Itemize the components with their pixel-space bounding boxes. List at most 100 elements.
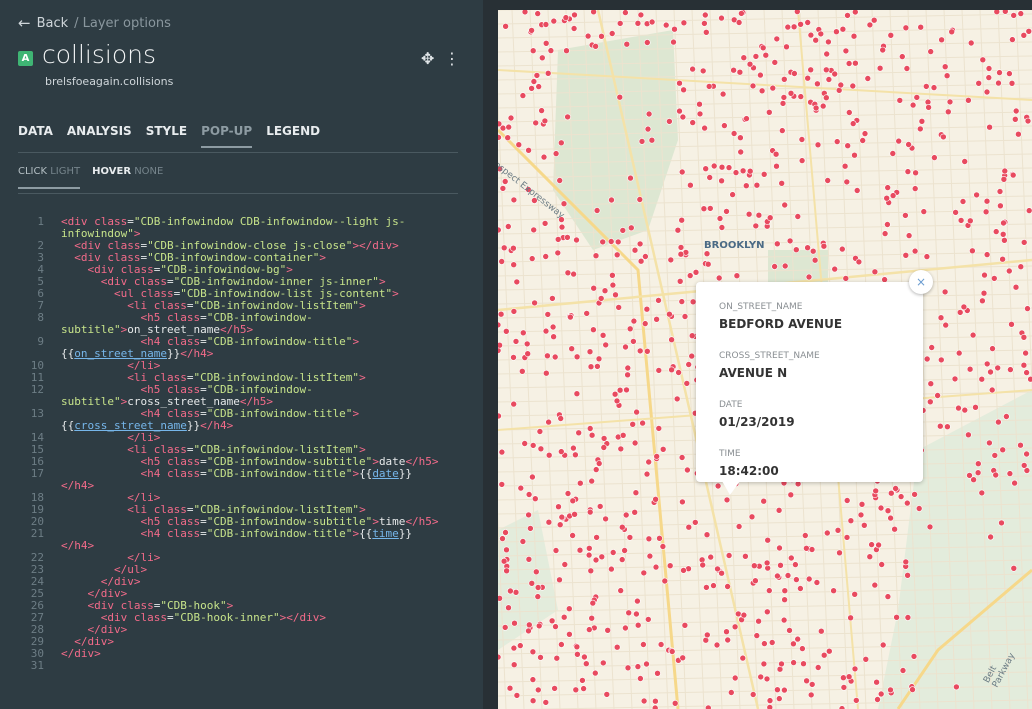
collision-dot bbox=[573, 236, 580, 244]
code-text[interactable]: <h5 class="CDB-infowindow-subtitle">cros… bbox=[44, 384, 444, 408]
code-line[interactable]: 13 <h4 class="CDB-infowindow-title">{{cr… bbox=[18, 408, 463, 432]
collision-dot bbox=[634, 20, 642, 27]
collision-dot bbox=[630, 317, 638, 325]
collision-dot bbox=[652, 495, 659, 503]
collision-dot bbox=[587, 567, 595, 575]
collision-dot bbox=[498, 258, 506, 265]
collision-dot bbox=[757, 71, 764, 79]
code-text[interactable]: <h4 class="CDB-infowindow-title">{{on_st… bbox=[44, 336, 444, 360]
collision-dot bbox=[905, 232, 913, 239]
collision-dot bbox=[766, 704, 774, 709]
collision-dot bbox=[499, 535, 506, 542]
subtab-hover[interactable]: HOVER NONE bbox=[92, 166, 163, 189]
collision-dot bbox=[547, 47, 555, 54]
collision-dot bbox=[529, 676, 537, 683]
collision-dot bbox=[616, 386, 624, 394]
collision-dot bbox=[1025, 28, 1032, 35]
collision-dot bbox=[898, 53, 906, 60]
subtab-click[interactable]: CLICK LIGHT bbox=[18, 166, 81, 189]
collision-dot bbox=[889, 150, 897, 157]
collision-dot bbox=[609, 549, 617, 556]
collision-dot bbox=[790, 23, 798, 31]
tab-popup[interactable]: POP-UP bbox=[201, 124, 253, 148]
back-link[interactable]: ← Back / Layer options bbox=[18, 14, 171, 32]
collision-dot bbox=[574, 650, 581, 658]
collision-dot bbox=[790, 640, 797, 648]
collision-dot bbox=[740, 54, 748, 62]
collision-dot bbox=[523, 340, 531, 348]
collision-dot bbox=[614, 238, 622, 246]
collision-dot bbox=[519, 92, 527, 99]
collision-dot bbox=[676, 79, 683, 87]
collision-dot bbox=[1005, 267, 1013, 275]
code-text[interactable]: <h4 class="CDB-infowindow-title">{{date}… bbox=[44, 468, 444, 492]
collision-dot bbox=[883, 194, 891, 202]
code-text[interactable]: <h5 class="CDB-infowindow-subtitle">on_s… bbox=[44, 312, 444, 336]
collision-dot bbox=[753, 632, 761, 639]
code-text[interactable]: <h4 class="CDB-infowindow-title">{{cross… bbox=[44, 408, 444, 432]
collision-dot bbox=[678, 454, 686, 461]
collision-dot bbox=[1020, 361, 1028, 369]
html-code-editor[interactable]: 1 <div class="CDB-infowindow CDB-infowind… bbox=[18, 216, 463, 672]
collision-dot bbox=[630, 338, 637, 345]
code-line[interactable]: 21 <h4 class="CDB-infowindow-title">{{ti… bbox=[18, 528, 463, 552]
collision-dot bbox=[986, 439, 993, 447]
collision-dot bbox=[604, 626, 611, 634]
tab-legend[interactable]: LEGEND bbox=[266, 124, 320, 148]
collision-dot bbox=[724, 636, 731, 644]
collision-dot bbox=[510, 354, 517, 361]
collision-dot bbox=[671, 25, 678, 33]
code-line[interactable]: 9 <h4 class="CDB-infowindow-title">{{on_… bbox=[18, 336, 463, 360]
collision-dot bbox=[580, 685, 587, 692]
move-icon[interactable]: ✥ bbox=[421, 49, 434, 68]
code-line[interactable]: 17 <h4 class="CDB-infowindow-title">{{da… bbox=[18, 468, 463, 492]
code-text[interactable]: </div> bbox=[44, 636, 444, 648]
collision-dot bbox=[599, 331, 607, 339]
collision-dot bbox=[643, 305, 651, 313]
code-text[interactable]: <h4 class="CDB-infowindow-title">{{time}… bbox=[44, 528, 444, 552]
map-view[interactable]: BROOKLYN ospect Expressway Belt Parkway … bbox=[498, 10, 1032, 709]
collision-dot bbox=[589, 599, 597, 607]
collision-dot bbox=[707, 553, 714, 561]
collision-dot bbox=[736, 68, 744, 76]
tab-style[interactable]: STYLE bbox=[146, 124, 187, 148]
tab-analysis[interactable]: ANALYSIS bbox=[67, 124, 132, 148]
collision-dot bbox=[999, 255, 1006, 263]
layer-title[interactable]: collisions bbox=[42, 40, 156, 69]
collision-dot bbox=[525, 621, 533, 629]
code-line[interactable]: 1 <div class="CDB-infowindow CDB-infowind… bbox=[18, 216, 463, 240]
code-line[interactable]: 31 bbox=[18, 660, 463, 672]
collision-dot bbox=[787, 491, 795, 499]
collision-dot bbox=[1002, 10, 1009, 15]
collision-dot bbox=[531, 495, 539, 503]
collision-dot bbox=[678, 216, 685, 224]
collision-dot bbox=[769, 84, 777, 92]
close-icon[interactable]: × bbox=[909, 270, 933, 294]
more-vertical-icon[interactable]: ⋮ bbox=[444, 49, 460, 68]
collision-dot bbox=[545, 518, 553, 526]
code-line[interactable]: 12 <h5 class="CDB-infowindow-subtitle">c… bbox=[18, 384, 463, 408]
collision-dot bbox=[545, 418, 552, 426]
collision-dot bbox=[586, 425, 594, 432]
collision-dot bbox=[753, 181, 761, 189]
collision-dot bbox=[504, 134, 511, 141]
code-text[interactable]: </div> bbox=[44, 648, 444, 660]
collision-dot bbox=[602, 341, 609, 349]
collision-dot bbox=[974, 460, 982, 468]
collision-dot bbox=[771, 263, 778, 270]
tab-data[interactable]: DATA bbox=[18, 124, 53, 148]
code-line[interactable]: 30 </div> bbox=[18, 648, 463, 660]
collision-dot bbox=[595, 460, 603, 467]
collision-dot bbox=[792, 561, 799, 568]
collision-dot bbox=[1011, 116, 1019, 123]
collision-dot bbox=[780, 616, 788, 624]
collision-dot bbox=[730, 130, 738, 137]
collision-dot bbox=[943, 72, 951, 79]
collision-dot bbox=[853, 187, 861, 194]
collision-dot bbox=[760, 171, 768, 178]
breadcrumb: / Layer options bbox=[74, 15, 171, 31]
code-text[interactable] bbox=[44, 660, 444, 672]
code-text[interactable]: <div class="CDB-infowindow CDB-infowindo… bbox=[44, 216, 444, 240]
code-line[interactable]: 8 <h5 class="CDB-infowindow-subtitle">on… bbox=[18, 312, 463, 336]
collision-dot bbox=[917, 23, 925, 31]
